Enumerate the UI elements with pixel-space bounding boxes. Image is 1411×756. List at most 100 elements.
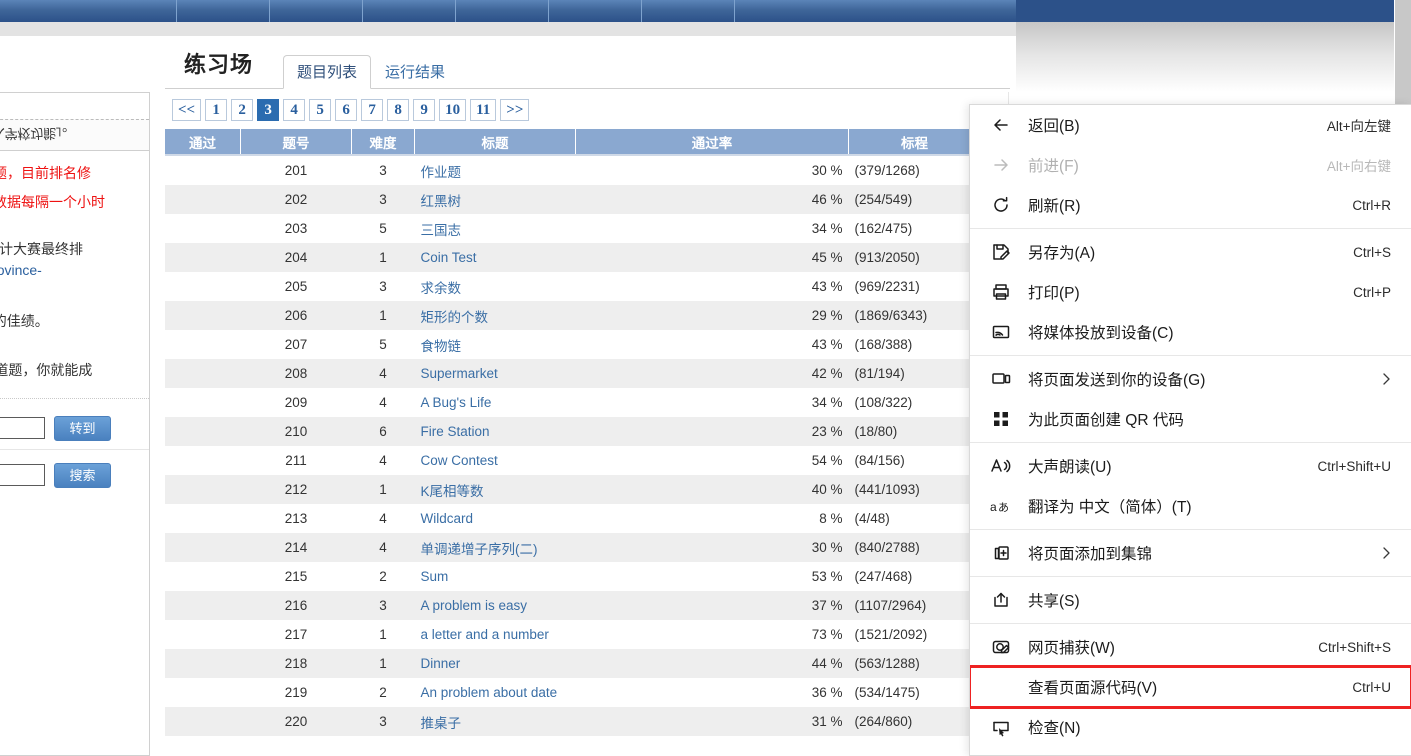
pagination-page-7[interactable]: 7 <box>361 99 384 121</box>
sidebar-search-form: 搜索 <box>0 462 149 488</box>
cell-title[interactable]: Cow Contest <box>415 446 576 475</box>
nav-item-5[interactable] <box>549 0 642 22</box>
cell-title[interactable]: A Bug's Life <box>415 388 576 417</box>
header-pass[interactable]: 通过 <box>165 129 241 156</box>
cell-title[interactable]: Fire Station <box>415 417 576 446</box>
pagination-page-4[interactable]: 4 <box>283 99 306 121</box>
context-menu-item-print[interactable]: 打印(P) Ctrl+P <box>970 272 1411 312</box>
cell-title[interactable]: 作业题 <box>415 155 576 185</box>
cell-pass-rate: 37 % <box>811 598 843 613</box>
pagination-page-11[interactable]: 11 <box>470 99 497 121</box>
cell-title[interactable]: A problem is easy <box>415 591 576 620</box>
cell-title[interactable]: 推桌子 <box>415 707 576 736</box>
context-menu-item-inspect[interactable]: 检查(N) <box>970 707 1411 747</box>
sidebar-link-line[interactable]: .net/province- <box>0 261 149 279</box>
problem-title-link[interactable]: Sum <box>421 569 449 584</box>
goto-button[interactable]: 转到 <box>54 415 111 441</box>
problem-title-link[interactable]: 作业题 <box>421 165 462 180</box>
nav-item-0[interactable] <box>0 0 177 22</box>
pagination-page-9[interactable]: 9 <box>413 99 436 121</box>
search-button[interactable]: 搜索 <box>54 462 111 488</box>
problem-title-link[interactable]: 红黑树 <box>421 194 462 209</box>
cell-title[interactable]: An problem about date <box>415 678 576 707</box>
pagination-prev[interactable]: << <box>172 99 202 121</box>
problem-title-link[interactable]: 三国志 <box>421 223 462 238</box>
context-menu-item-send-to-device[interactable]: 将页面发送到你的设备(G) <box>970 359 1411 399</box>
context-menu-item-back-arrow[interactable]: 返回(B) Alt+向左键 <box>970 105 1411 145</box>
pagination-page-8[interactable]: 8 <box>387 99 410 121</box>
pagination-page-1[interactable]: 1 <box>205 99 228 121</box>
problem-title-link[interactable]: 求余数 <box>421 281 462 296</box>
pagination-page-10[interactable]: 10 <box>439 99 467 121</box>
header-problem-id[interactable]: 题号 <box>240 129 352 156</box>
nav-item-4[interactable] <box>456 0 549 22</box>
pagination-page-6[interactable]: 6 <box>335 99 358 121</box>
cell-title[interactable]: Coin Test <box>415 243 576 272</box>
problem-title-link[interactable]: A Bug's Life <box>421 395 492 410</box>
problem-title-link[interactable]: 推桌子 <box>421 716 462 731</box>
problem-title-link[interactable]: Supermarket <box>421 366 498 381</box>
problem-title-link[interactable]: 矩形的个数 <box>421 310 489 325</box>
cell-title[interactable]: 食物链 <box>415 330 576 359</box>
problem-title-link[interactable]: Fire Station <box>421 424 490 439</box>
context-menu-item-add-to-collections[interactable]: 将页面添加到集锦 <box>970 533 1411 573</box>
pagination-page-5[interactable]: 5 <box>309 99 332 121</box>
problem-title-link[interactable]: 食物链 <box>421 339 462 354</box>
cell-title[interactable]: K尾相等数 <box>415 475 576 504</box>
sidebar-province-link[interactable]: .net/province- <box>0 262 42 278</box>
problem-title-link[interactable]: Cow Contest <box>421 453 498 468</box>
cell-title[interactable]: 红黑树 <box>415 185 576 214</box>
header-standard-program[interactable]: 标程 <box>848 129 975 156</box>
context-menu-item-view-source[interactable]: 查看页面源代码(V) Ctrl+U <box>970 665 1411 709</box>
context-menu-separator <box>970 529 1411 530</box>
tab-run-results[interactable]: 运行结果 <box>371 55 459 89</box>
context-menu-item-qr-code[interactable]: 为此页面创建 QR 代码 <box>970 399 1411 439</box>
cell-title[interactable]: a letter and a number <box>415 620 576 649</box>
browser-vertical-scrollbar[interactable] <box>1395 0 1411 104</box>
nav-item-6[interactable] <box>642 0 735 22</box>
context-menu-item-share[interactable]: 共享(S) <box>970 580 1411 620</box>
context-menu-item-label: 返回(B) <box>1028 118 1080 135</box>
cell-title[interactable]: 三国志 <box>415 214 576 243</box>
cell-difficulty: 4 <box>379 395 387 410</box>
cell-title[interactable]: Sum <box>415 562 576 591</box>
problem-title-link[interactable]: Wildcard <box>421 511 474 526</box>
cell-title[interactable]: Supermarket <box>415 359 576 388</box>
pagination-next[interactable]: >> <box>500 99 530 121</box>
context-menu-item-refresh[interactable]: 刷新(R) Ctrl+R <box>970 185 1411 225</box>
problem-title-link[interactable]: Coin Test <box>421 250 477 265</box>
context-menu-item-cast-media[interactable]: 将媒体投放到设备(C) <box>970 312 1411 352</box>
nav-item-1[interactable] <box>177 0 270 22</box>
cell-problem-id: 207 <box>284 337 308 352</box>
header-difficulty[interactable]: 难度 <box>351 129 415 156</box>
problem-title-link[interactable]: An problem about date <box>421 685 558 700</box>
header-pass-rate[interactable]: 通过率 <box>575 129 849 156</box>
cell-pass <box>165 388 241 417</box>
pagination-page-3[interactable]: 3 <box>257 99 280 121</box>
problem-title-link[interactable]: 单调递增子序列(二) <box>421 542 538 557</box>
cell-title[interactable]: 单调递增子序列(二) <box>415 533 576 562</box>
context-menu-item-save-as[interactable]: 另存为(A) Ctrl+S <box>970 232 1411 272</box>
context-menu-item-translate[interactable]: a あ翻译为 中文（简体）(T) <box>970 486 1411 526</box>
context-menu-item-read-aloud[interactable]: 大声朗读(U) Ctrl+Shift+U <box>970 446 1411 486</box>
search-input[interactable] <box>0 464 45 486</box>
nav-item-2[interactable] <box>270 0 363 22</box>
goto-input[interactable] <box>0 417 45 439</box>
cell-problem-id: 211 <box>285 453 307 468</box>
problem-title-link[interactable]: A problem is easy <box>421 598 528 613</box>
context-menu-item-web-capture[interactable]: 网页捕获(W) Ctrl+Shift+S <box>970 627 1411 667</box>
header-title[interactable]: 标题 <box>414 129 576 156</box>
cell-pass-ratio: (379/1268) <box>854 163 920 178</box>
cell-title[interactable]: Dinner <box>415 649 576 678</box>
tab-problem-list[interactable]: 题目列表 <box>283 55 372 89</box>
nav-item-3[interactable] <box>363 0 456 22</box>
cell-title[interactable]: 矩形的个数 <box>415 301 576 330</box>
problem-title-link[interactable]: Dinner <box>421 656 461 671</box>
problem-title-link[interactable]: K尾相等数 <box>421 484 484 499</box>
cell-title[interactable]: 求余数 <box>415 272 576 301</box>
context-menu-item-label: 为此页面创建 QR 代码 <box>1028 412 1184 429</box>
problem-title-link[interactable]: a letter and a number <box>421 627 549 642</box>
cell-title[interactable]: Wildcard <box>415 504 576 533</box>
pagination-page-2[interactable]: 2 <box>231 99 254 121</box>
cell-pass-ratio: (969/2231) <box>854 279 920 294</box>
